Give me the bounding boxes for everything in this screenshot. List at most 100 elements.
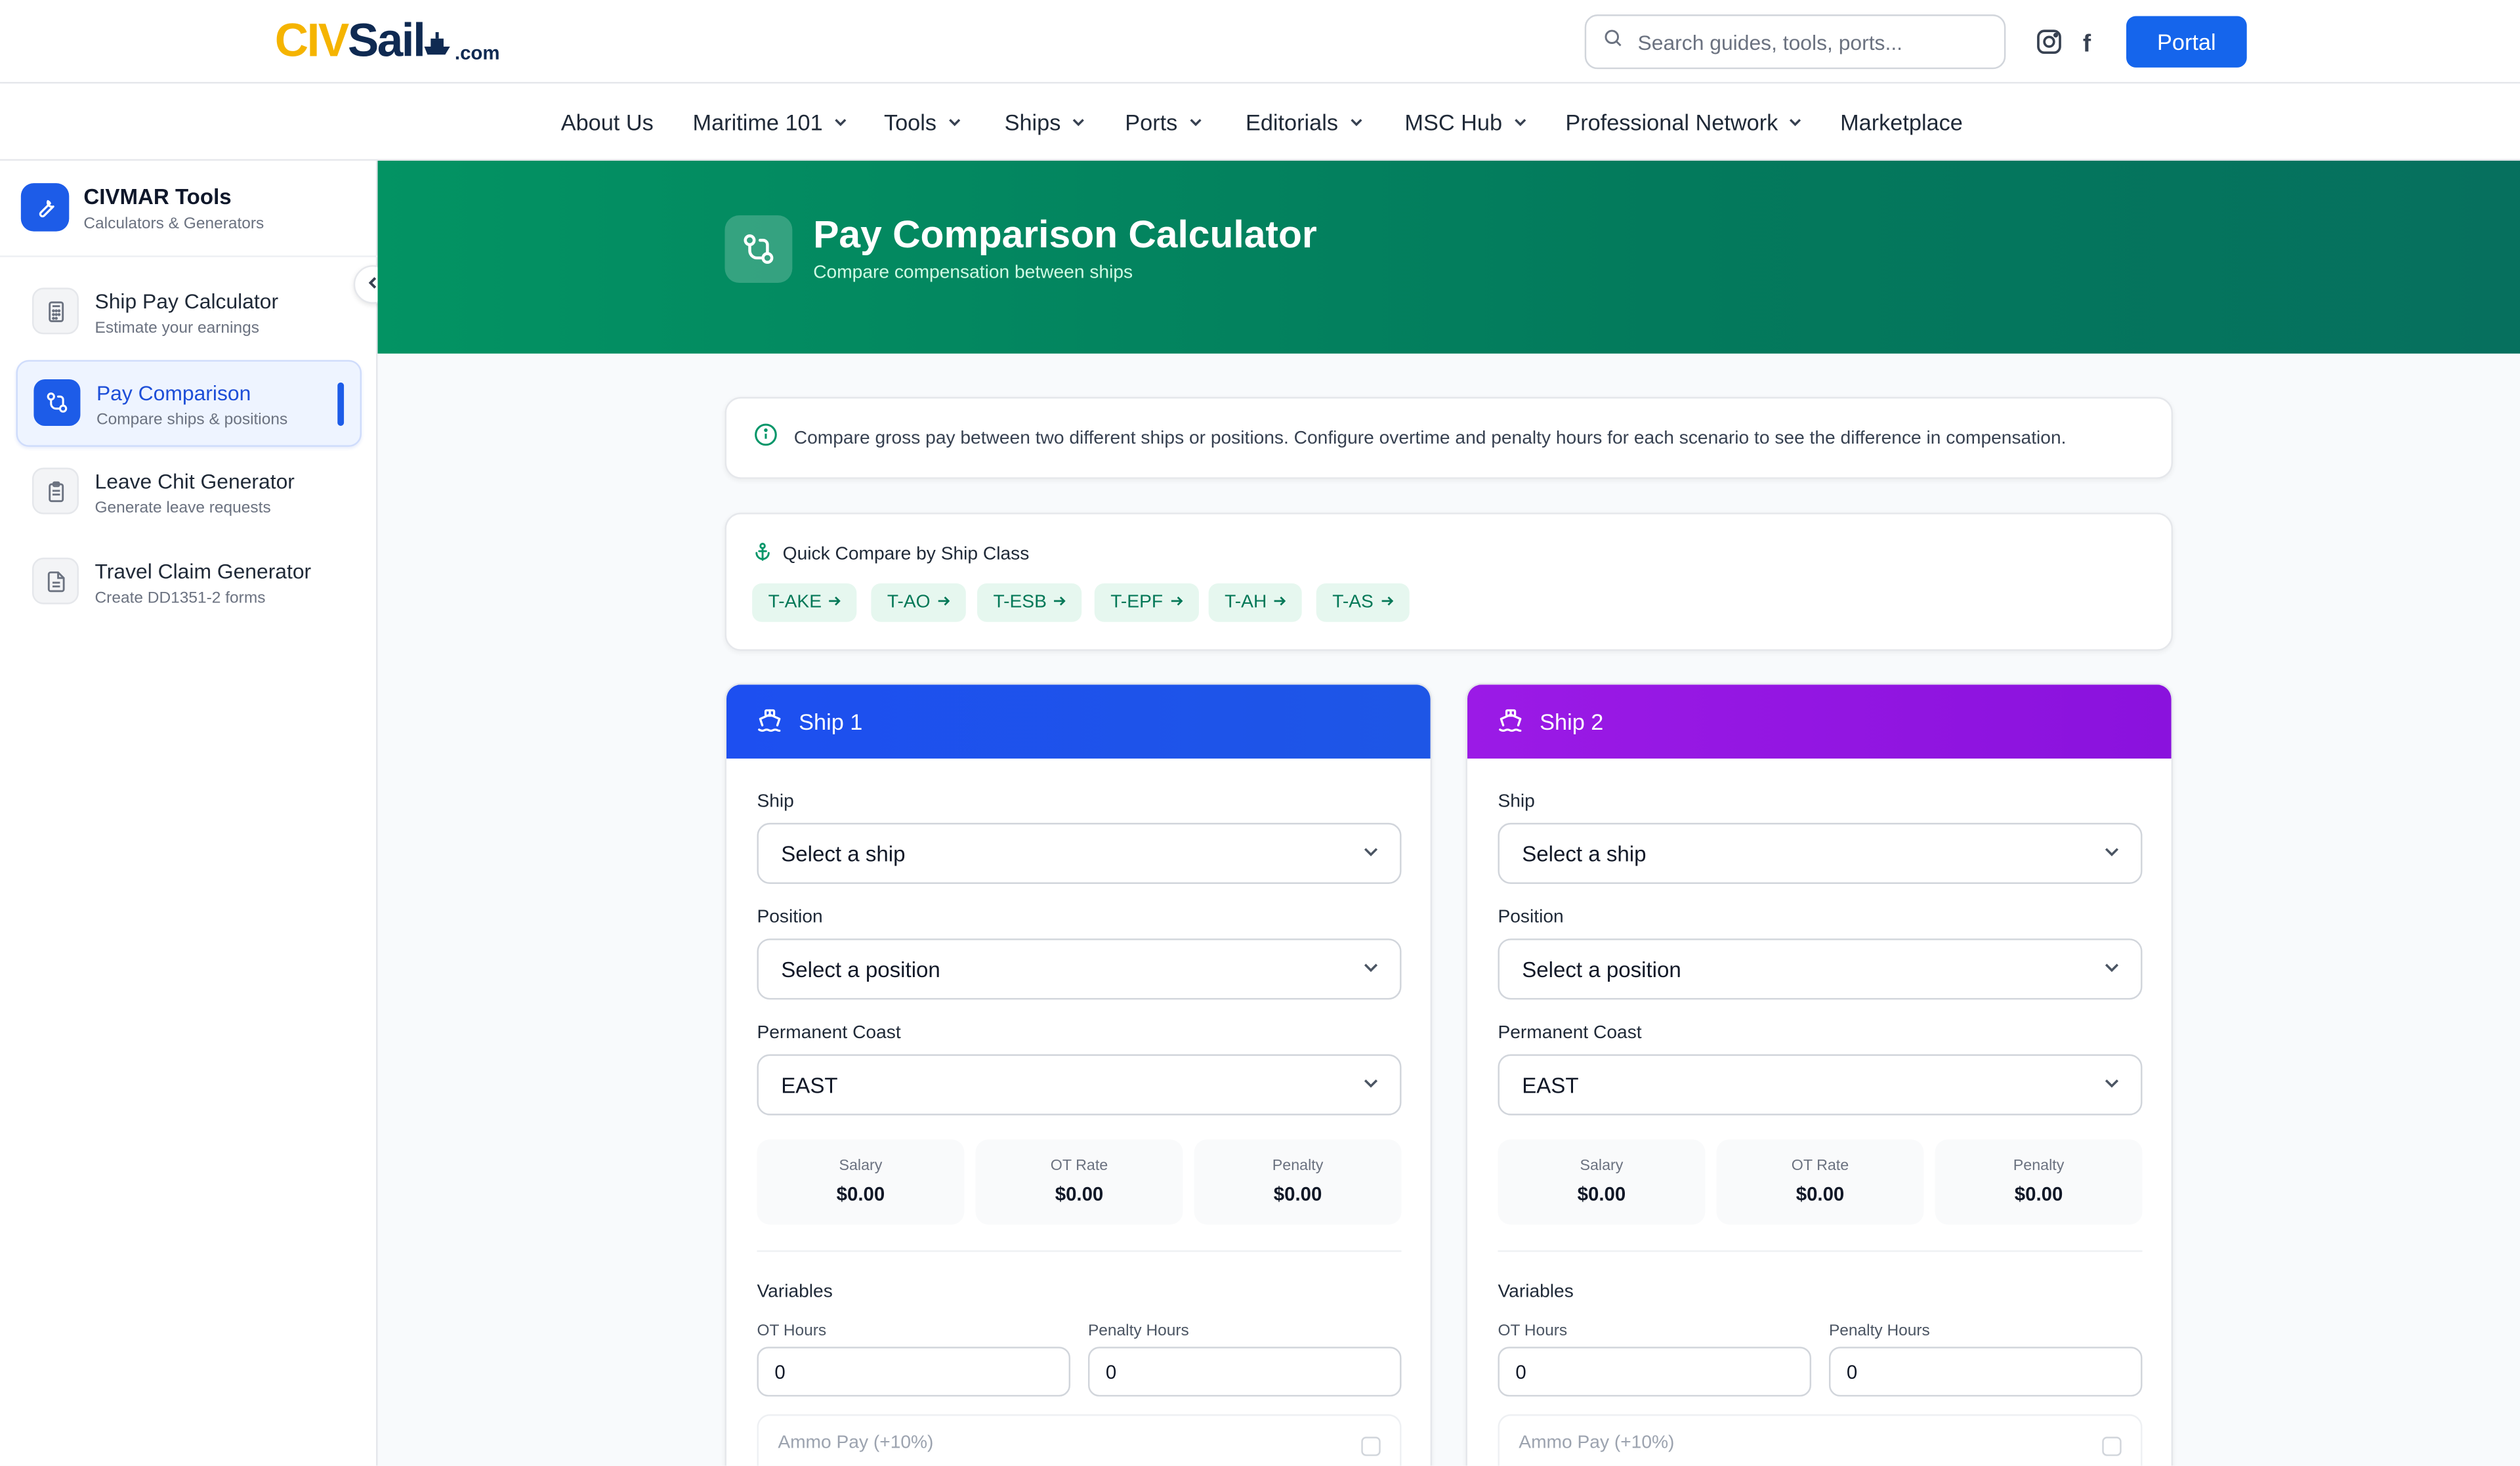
ship-2-position-select[interactable]: Select a position xyxy=(1498,938,2143,1000)
ship-icon xyxy=(1498,706,1523,737)
sidebar-item-ship-pay-calculator[interactable]: Ship Pay Calculator Estimate your earnin… xyxy=(16,270,362,356)
quick-compare-t-as[interactable]: T-AS xyxy=(1316,583,1409,622)
ot-hours-label: OT Hours xyxy=(757,1322,827,1341)
quick-compare-t-ao[interactable]: T-AO xyxy=(871,583,966,622)
facebook-icon[interactable]: f xyxy=(2083,31,2091,58)
chevron-down-icon xyxy=(2102,841,2121,866)
chevron-down-icon xyxy=(1361,841,1380,866)
permanent-coast-label: Permanent Coast xyxy=(757,1024,901,1043)
ship-2-ammo-pay-row[interactable]: Ammo Pay (+10%) xyxy=(1498,1414,2143,1466)
position-label: Position xyxy=(757,908,823,928)
ship-1-header: Ship 1 xyxy=(726,684,1431,759)
ship-1-coast-select[interactable]: EAST xyxy=(757,1054,1402,1116)
chevron-down-icon xyxy=(1348,110,1364,135)
ship-1-card: Ship 1 Ship Select a ship Position Selec… xyxy=(724,682,1433,1466)
penalty-hours-label: Penalty Hours xyxy=(1087,1322,1189,1341)
chevron-down-icon xyxy=(1070,110,1086,135)
chevron-down-icon xyxy=(1187,110,1203,135)
chevron-down-icon xyxy=(832,110,848,135)
sidebar-item-label: Travel Claim Generator xyxy=(94,559,312,583)
ship-1-penalty-hours-input[interactable] xyxy=(1087,1347,1402,1397)
active-indicator xyxy=(337,382,345,426)
ship-icon xyxy=(421,16,453,69)
nav-tools[interactable]: Tools xyxy=(884,110,962,135)
clipboard-icon xyxy=(32,467,79,514)
nav-maritime-101[interactable]: Maritime 101 xyxy=(693,110,849,135)
info-icon xyxy=(754,422,778,454)
quick-compare-t-ah[interactable]: T-AH xyxy=(1208,583,1303,622)
sidebar-subtitle: Calculators & Generators xyxy=(83,215,264,234)
ship-2-ot-rate-stat: OT Rate $0.00 xyxy=(1716,1139,1924,1225)
divider xyxy=(757,1250,1402,1252)
hero-banner xyxy=(377,160,2520,354)
search-input[interactable] xyxy=(1637,30,1992,54)
compare-icon xyxy=(724,215,793,283)
chevron-down-icon xyxy=(1361,957,1380,981)
civsail-logo[interactable]: CIV Sail .com xyxy=(275,15,500,69)
ship-2-header: Ship 2 xyxy=(1467,684,2172,759)
sidebar-item-travel-claim-generator[interactable]: Travel Claim Generator Create DD1351-2 f… xyxy=(16,540,362,627)
wrench-icon xyxy=(20,183,70,232)
nav-ships[interactable]: Ships xyxy=(1005,110,1087,135)
ship-1-ship-select[interactable]: Select a ship xyxy=(757,822,1402,884)
nav-about-us[interactable]: About Us xyxy=(561,110,654,135)
sidebar-item-label: Pay Comparison xyxy=(96,381,251,406)
nav-ports[interactable]: Ports xyxy=(1125,110,1203,135)
calculator-icon xyxy=(32,287,79,335)
ship-2-penalty-hours-input[interactable] xyxy=(1828,1347,2143,1397)
sidebar-item-description: Generate leave requests xyxy=(94,499,271,518)
sidebar-item-pay-comparison[interactable]: Pay Comparison Compare ships & positions xyxy=(16,360,362,447)
search-icon xyxy=(1603,28,1624,56)
ship-1-ammo-pay-row[interactable]: Ammo Pay (+10%) xyxy=(757,1414,1402,1466)
ship-2-ot-hours-input[interactable] xyxy=(1498,1347,1812,1397)
compare-icon xyxy=(33,379,81,426)
ship-1-title: Ship 1 xyxy=(799,709,863,735)
portal-button[interactable]: Portal xyxy=(2126,16,2247,68)
ship-2-ship-select[interactable]: Select a ship xyxy=(1498,822,2143,884)
arrow-right-icon xyxy=(936,593,950,612)
arrow-right-icon xyxy=(828,593,841,612)
variables-label: Variables xyxy=(757,1282,833,1302)
ship-label: Ship xyxy=(757,792,794,812)
ship-1-position-select[interactable]: Select a position xyxy=(757,938,1402,1000)
nav-professional-network[interactable]: Professional Network xyxy=(1565,110,1803,135)
chevron-down-icon xyxy=(1512,110,1528,135)
sidebar-item-label: Leave Chit Generator xyxy=(94,469,295,493)
sidebar-item-leave-chit-generator[interactable]: Leave Chit Generator Generate leave requ… xyxy=(16,450,362,537)
ship-2-card: Ship 2 Ship Select a ship Position Selec… xyxy=(1465,682,2174,1466)
ship-2-penalty-stat: Penalty $0.00 xyxy=(1935,1139,2143,1225)
quick-compare-t-ake[interactable]: T-AKE xyxy=(752,583,857,622)
info-card: Compare gross pay between two different … xyxy=(724,396,2174,479)
ship-1-ammo-pay-checkbox[interactable] xyxy=(1361,1436,1381,1456)
quick-compare-title: Quick Compare by Ship Class xyxy=(752,541,1029,567)
nav-marketplace[interactable]: Marketplace xyxy=(1840,110,1963,135)
page-subtitle: Compare compensation between ships xyxy=(813,263,1133,283)
chevron-down-icon xyxy=(1788,110,1803,135)
quick-compare-t-epf[interactable]: T-EPF xyxy=(1094,583,1198,622)
quick-compare-t-esb[interactable]: T-ESB xyxy=(976,583,1082,622)
chevron-down-icon xyxy=(2102,957,2121,981)
ship-1-ot-rate-stat: OT Rate $0.00 xyxy=(975,1139,1183,1225)
info-text: Compare gross pay between two different … xyxy=(793,428,2067,448)
ship-2-title: Ship 2 xyxy=(1540,709,1604,735)
chevron-down-icon xyxy=(1361,1073,1380,1097)
search-box[interactable] xyxy=(1584,14,2006,70)
ship-2-ammo-pay-checkbox[interactable] xyxy=(2102,1436,2122,1456)
ship-1-ot-hours-input[interactable] xyxy=(757,1347,1071,1397)
instagram-icon[interactable] xyxy=(2034,28,2063,64)
chevron-down-icon xyxy=(946,110,962,135)
anchor-icon xyxy=(752,541,773,567)
arrow-right-icon xyxy=(1380,593,1393,612)
ship-2-coast-select[interactable]: EAST xyxy=(1498,1054,2143,1116)
ship-1-salary-stat: Salary $0.00 xyxy=(757,1139,965,1225)
nav-editorials[interactable]: Editorials xyxy=(1246,110,1364,135)
position-label: Position xyxy=(1498,908,1564,928)
sidebar-item-description: Estimate your earnings xyxy=(94,320,259,338)
penalty-hours-label: Penalty Hours xyxy=(1828,1322,1930,1341)
document-icon xyxy=(32,557,79,604)
arrow-right-icon xyxy=(1273,593,1286,612)
sidebar-item-label: Ship Pay Calculator xyxy=(94,289,279,314)
ship-1-penalty-stat: Penalty $0.00 xyxy=(1194,1139,1402,1225)
sidebar-item-description: Compare ships & positions xyxy=(96,411,288,429)
nav-msc-hub[interactable]: MSC Hub xyxy=(1404,110,1528,135)
